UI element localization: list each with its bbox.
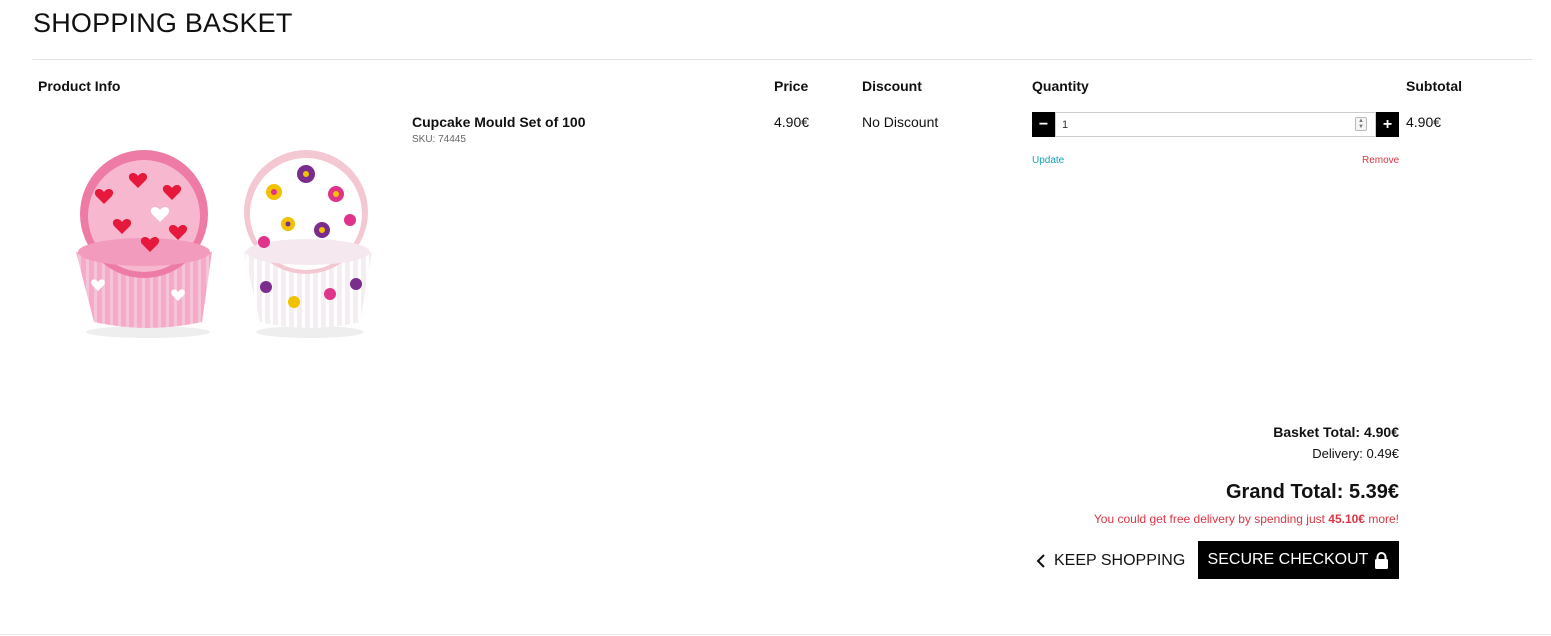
product-subtotal: 4.90€ xyxy=(1406,114,1442,130)
header-subtotal: Subtotal xyxy=(1406,78,1462,94)
spinner-icon[interactable]: ▲ ▼ xyxy=(1355,117,1367,131)
lock-icon xyxy=(1375,551,1389,569)
free-delivery-amount: 45.10€ xyxy=(1328,512,1365,526)
keep-shopping-label: KEEP SHOPPING xyxy=(1054,552,1186,569)
product-price: 4.90€ xyxy=(774,114,810,130)
footer-divider xyxy=(0,634,1551,635)
quantity-decrement-button[interactable]: − xyxy=(1032,112,1055,137)
quantity-input[interactable] xyxy=(1055,112,1376,137)
remove-link[interactable]: Remove xyxy=(1362,155,1399,166)
update-link[interactable]: Update xyxy=(1032,155,1064,166)
free-delivery-suffix: more! xyxy=(1364,512,1399,526)
page-title: SHOPPING BASKET xyxy=(33,8,293,38)
header-product-info: Product Info xyxy=(38,78,121,94)
title-divider xyxy=(33,59,1532,60)
secure-checkout-label: SECURE CHECKOUT xyxy=(1207,551,1369,568)
product-discount: No Discount xyxy=(862,114,939,130)
header-discount: Discount xyxy=(862,78,922,94)
free-delivery-prefix: You could get free delivery by spending … xyxy=(1093,512,1329,526)
delivery-cost: Delivery: 0.49€ xyxy=(1312,446,1399,461)
chevron-left-icon xyxy=(1036,554,1045,568)
header-price: Price xyxy=(774,78,809,94)
free-delivery-message: You could get free delivery by spending … xyxy=(1094,512,1399,526)
keep-shopping-button[interactable]: KEEP SHOPPING xyxy=(1036,545,1185,577)
header-quantity: Quantity xyxy=(1032,78,1089,94)
quantity-increment-button[interactable]: + xyxy=(1376,112,1399,137)
product-image[interactable] xyxy=(38,112,398,372)
secure-checkout-button[interactable]: SECURE CHECKOUT xyxy=(1198,541,1399,579)
grand-total: Grand Total: 5.39€ xyxy=(1225,481,1399,503)
basket-total: Basket Total: 4.90€ xyxy=(1273,424,1399,440)
product-sku: SKU: 74445 xyxy=(412,134,466,145)
product-name[interactable]: Cupcake Mould Set of 100 xyxy=(412,114,585,130)
